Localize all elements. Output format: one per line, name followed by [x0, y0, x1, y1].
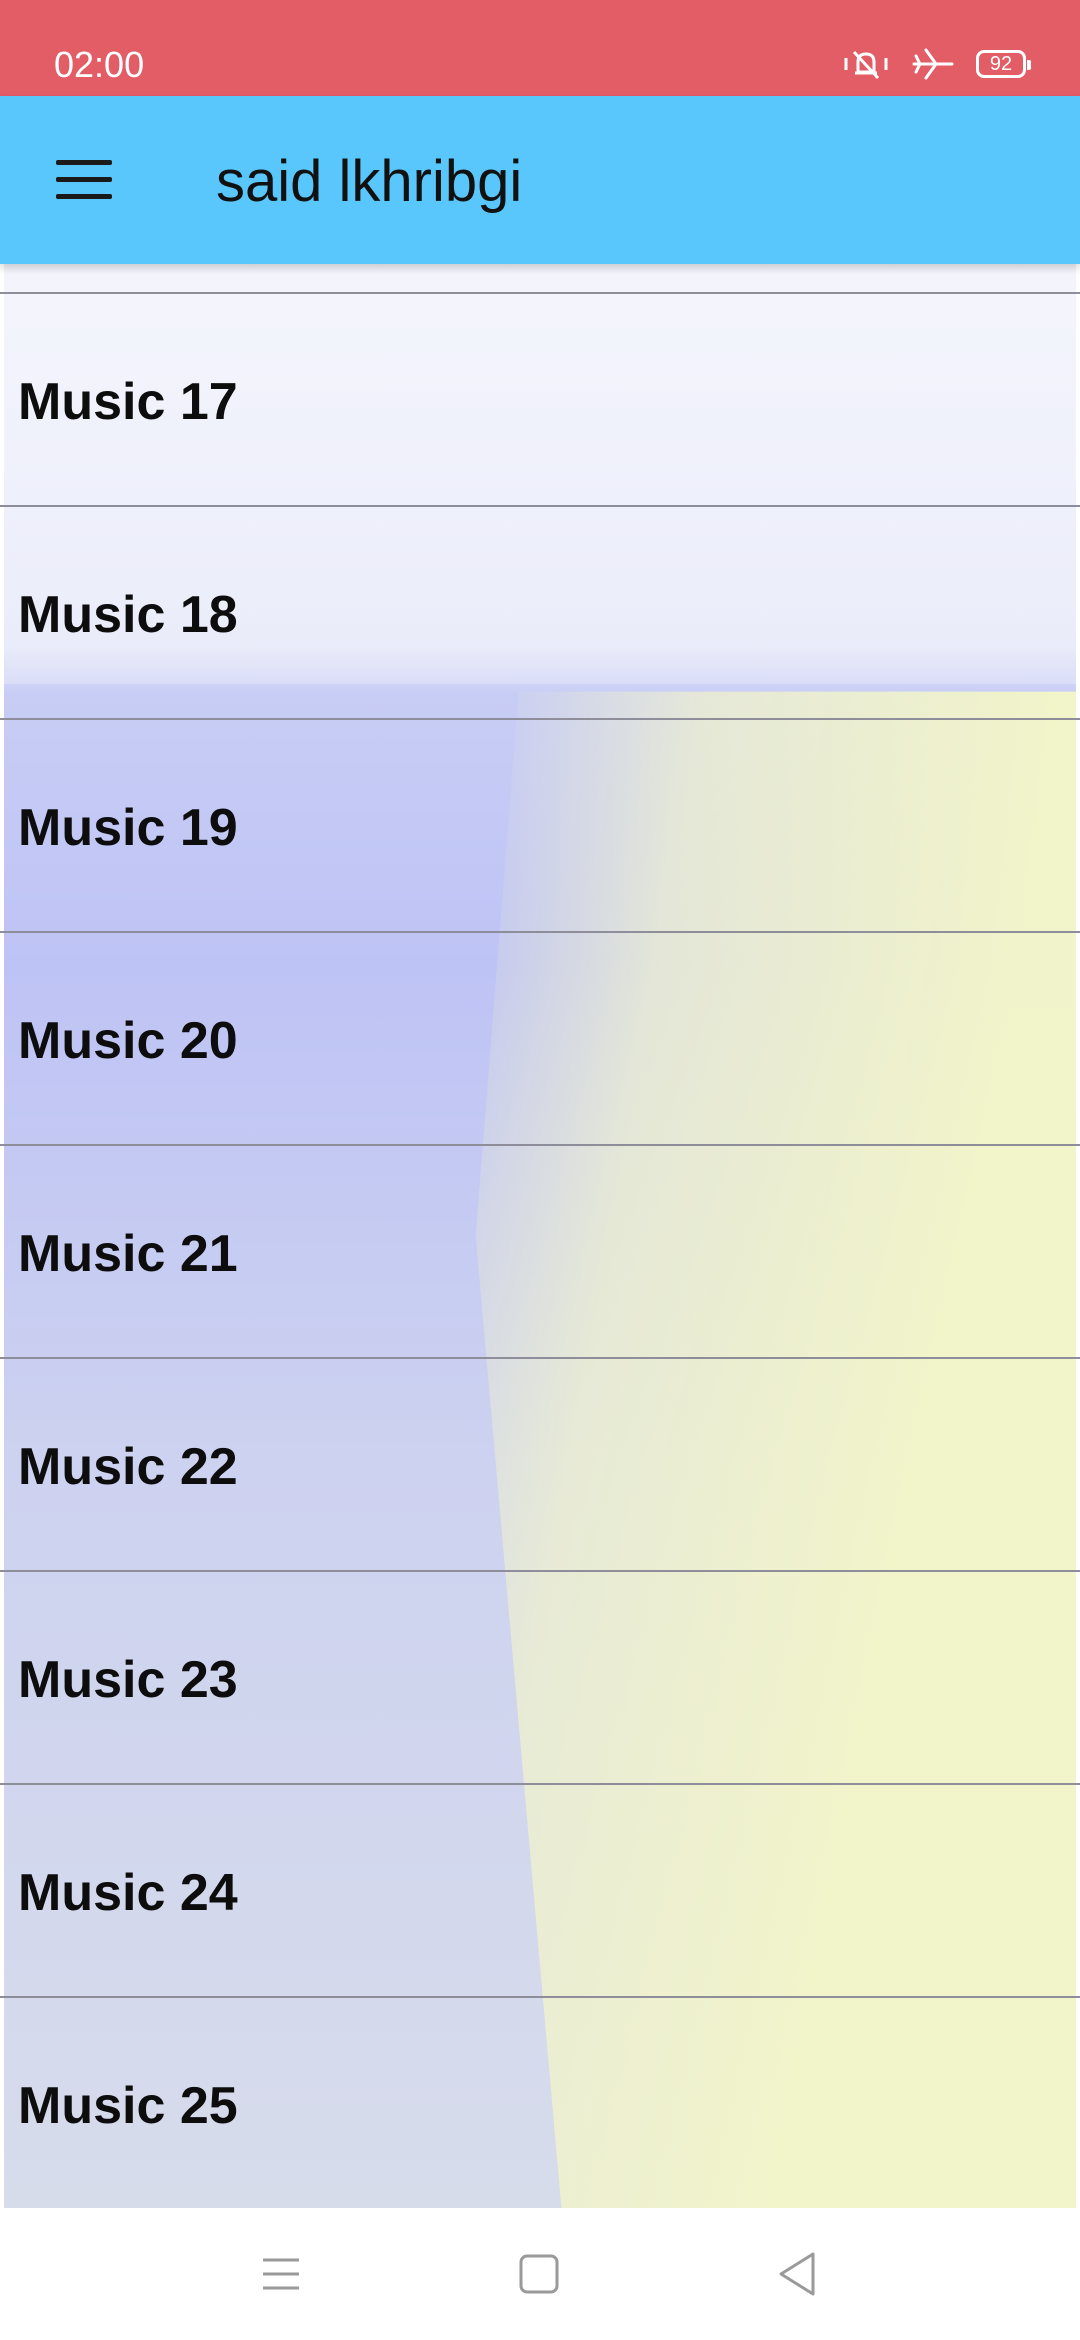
- back-button[interactable]: [762, 2244, 832, 2304]
- track-label: Music 21: [18, 1225, 238, 1283]
- recent-apps-icon: [263, 2258, 299, 2290]
- hamburger-menu-icon: [56, 160, 112, 200]
- status-time: 02:00: [54, 44, 145, 85]
- status-bar: 02:00 92: [0, 0, 1080, 96]
- track-list[interactable]: Music 17 Music 18 Music 19 Music 20 Musi…: [0, 292, 1080, 2208]
- battery-level: 92: [989, 53, 1013, 75]
- list-item[interactable]: Music 20: [0, 931, 1080, 1144]
- track-label: Music 22: [18, 1438, 238, 1496]
- system-nav-bar: [0, 2208, 1080, 2340]
- list-item[interactable]: Music 22: [0, 1357, 1080, 1570]
- track-label: Music 25: [18, 2077, 238, 2135]
- menu-button[interactable]: [36, 140, 132, 220]
- airplane-mode-icon: [912, 46, 954, 82]
- track-label: Music 24: [18, 1864, 238, 1922]
- track-label: Music 19: [18, 799, 238, 857]
- home-button[interactable]: [504, 2244, 574, 2304]
- track-label: Music 20: [18, 1012, 238, 1070]
- list-item[interactable]: Music 25: [0, 1996, 1080, 2208]
- list-item[interactable]: Music 19: [0, 718, 1080, 931]
- list-item[interactable]: Music 17: [0, 292, 1080, 505]
- content-area[interactable]: Music 17 Music 18 Music 19 Music 20 Musi…: [0, 264, 1080, 2208]
- track-label: Music 18: [18, 586, 238, 644]
- track-label: Music 23: [18, 1651, 238, 1709]
- app-bar: said lkhribgi: [0, 96, 1080, 264]
- list-item[interactable]: Music 21: [0, 1144, 1080, 1357]
- back-icon: [779, 2252, 815, 2296]
- battery-icon: 92: [976, 50, 1031, 78]
- mute-vibrate-icon: [842, 46, 890, 82]
- status-icons: 92: [842, 44, 1031, 84]
- list-item[interactable]: Music 18: [0, 505, 1080, 718]
- track-label: Music 17: [18, 373, 238, 431]
- page-title: said lkhribgi: [216, 149, 523, 214]
- list-item[interactable]: Music 23: [0, 1570, 1080, 1783]
- recent-apps-button[interactable]: [246, 2244, 316, 2304]
- home-icon: [519, 2254, 559, 2294]
- list-item[interactable]: Music 24: [0, 1783, 1080, 1996]
